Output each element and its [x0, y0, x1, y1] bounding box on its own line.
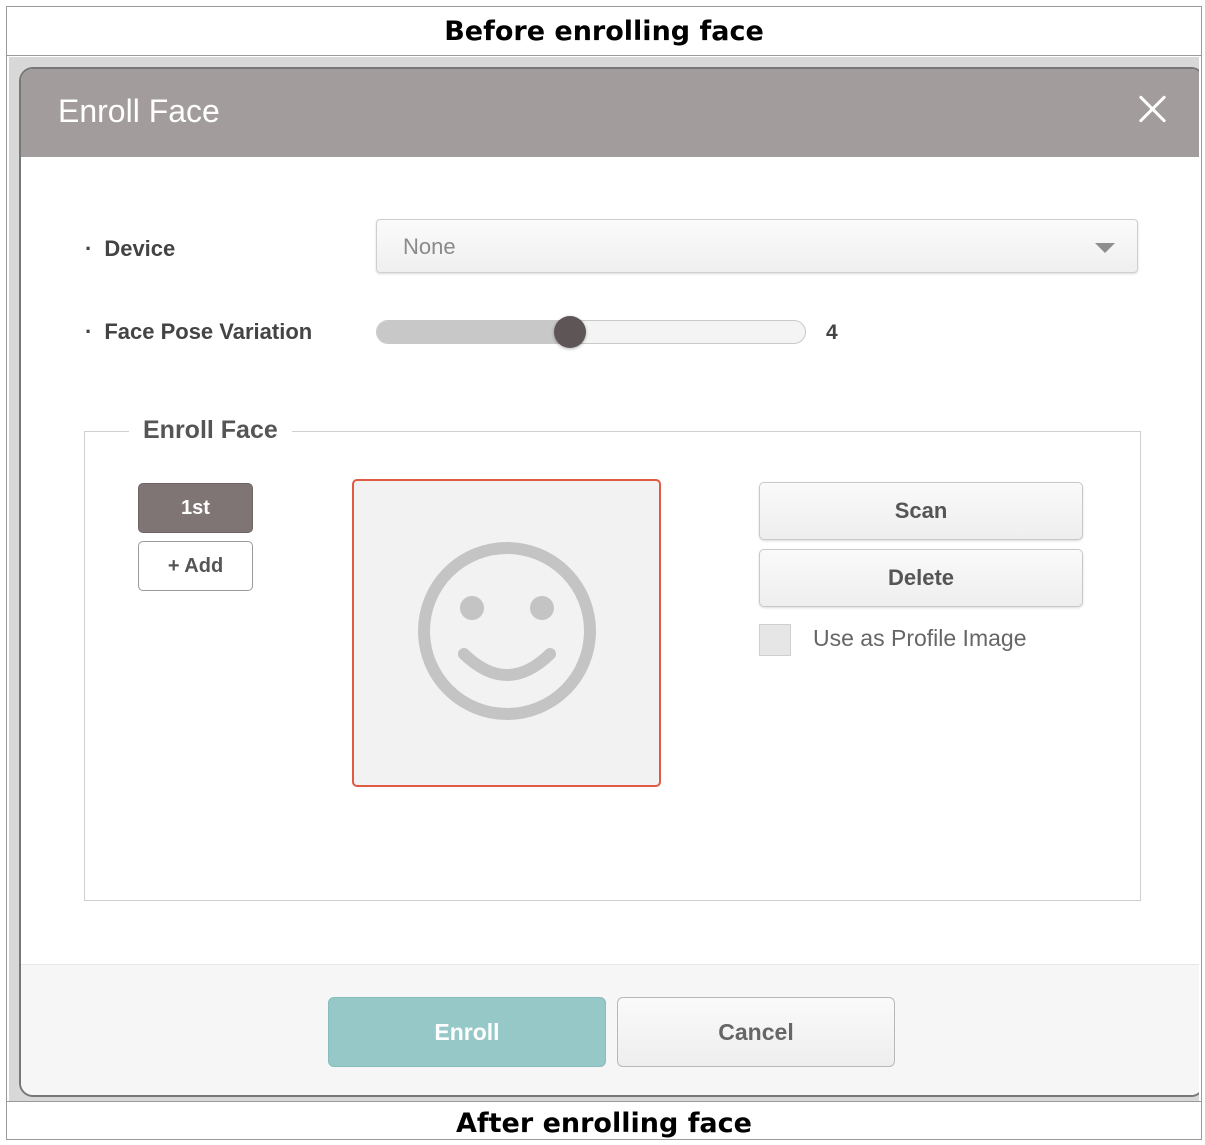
device-select[interactable]: None [376, 219, 1138, 273]
smiley-face-icon [418, 542, 596, 720]
pose-value: 4 [826, 321, 838, 344]
close-icon[interactable] [1135, 91, 1171, 127]
table-divider [7, 1101, 1201, 1102]
pose-label: · Face Pose Variation [85, 319, 313, 344]
device-select-value: None [403, 234, 456, 259]
caption-before: Before enrolling face [444, 16, 764, 47]
chevron-down-icon [1095, 243, 1115, 253]
enroll-face-legend: Enroll Face [129, 416, 292, 445]
slot-1st-button[interactable]: 1st [138, 483, 253, 533]
add-slot-button[interactable]: + Add [138, 541, 253, 591]
caption-after: After enrolling face [456, 1108, 752, 1139]
delete-button[interactable]: Delete [759, 549, 1083, 607]
dialog-title: Enroll Face [58, 93, 220, 129]
enroll-face-dialog: Enroll Face · Device None · Face Pose Vari… [19, 67, 1199, 1097]
pose-slider-fill [377, 321, 571, 343]
cancel-button[interactable]: Cancel [617, 997, 895, 1067]
device-label: · Device [85, 236, 176, 261]
dialog-header: Enroll Face [21, 69, 1199, 157]
dialog-footer: Enroll Cancel [21, 964, 1199, 1095]
enroll-button[interactable]: Enroll [328, 997, 606, 1067]
pose-slider-track[interactable] [376, 320, 806, 344]
document-table: Before enrolling face Enroll Face · Devic… [6, 6, 1202, 1140]
scan-button[interactable]: Scan [759, 482, 1083, 540]
profile-image-checkbox[interactable] [759, 624, 791, 656]
screenshot-cell: Enroll Face · Device None · Face Pose Vari… [9, 57, 1199, 1101]
profile-image-label: Use as Profile Image [813, 625, 1027, 651]
table-divider [7, 55, 1201, 56]
face-preview [352, 479, 661, 787]
pose-slider-thumb[interactable] [553, 316, 586, 348]
